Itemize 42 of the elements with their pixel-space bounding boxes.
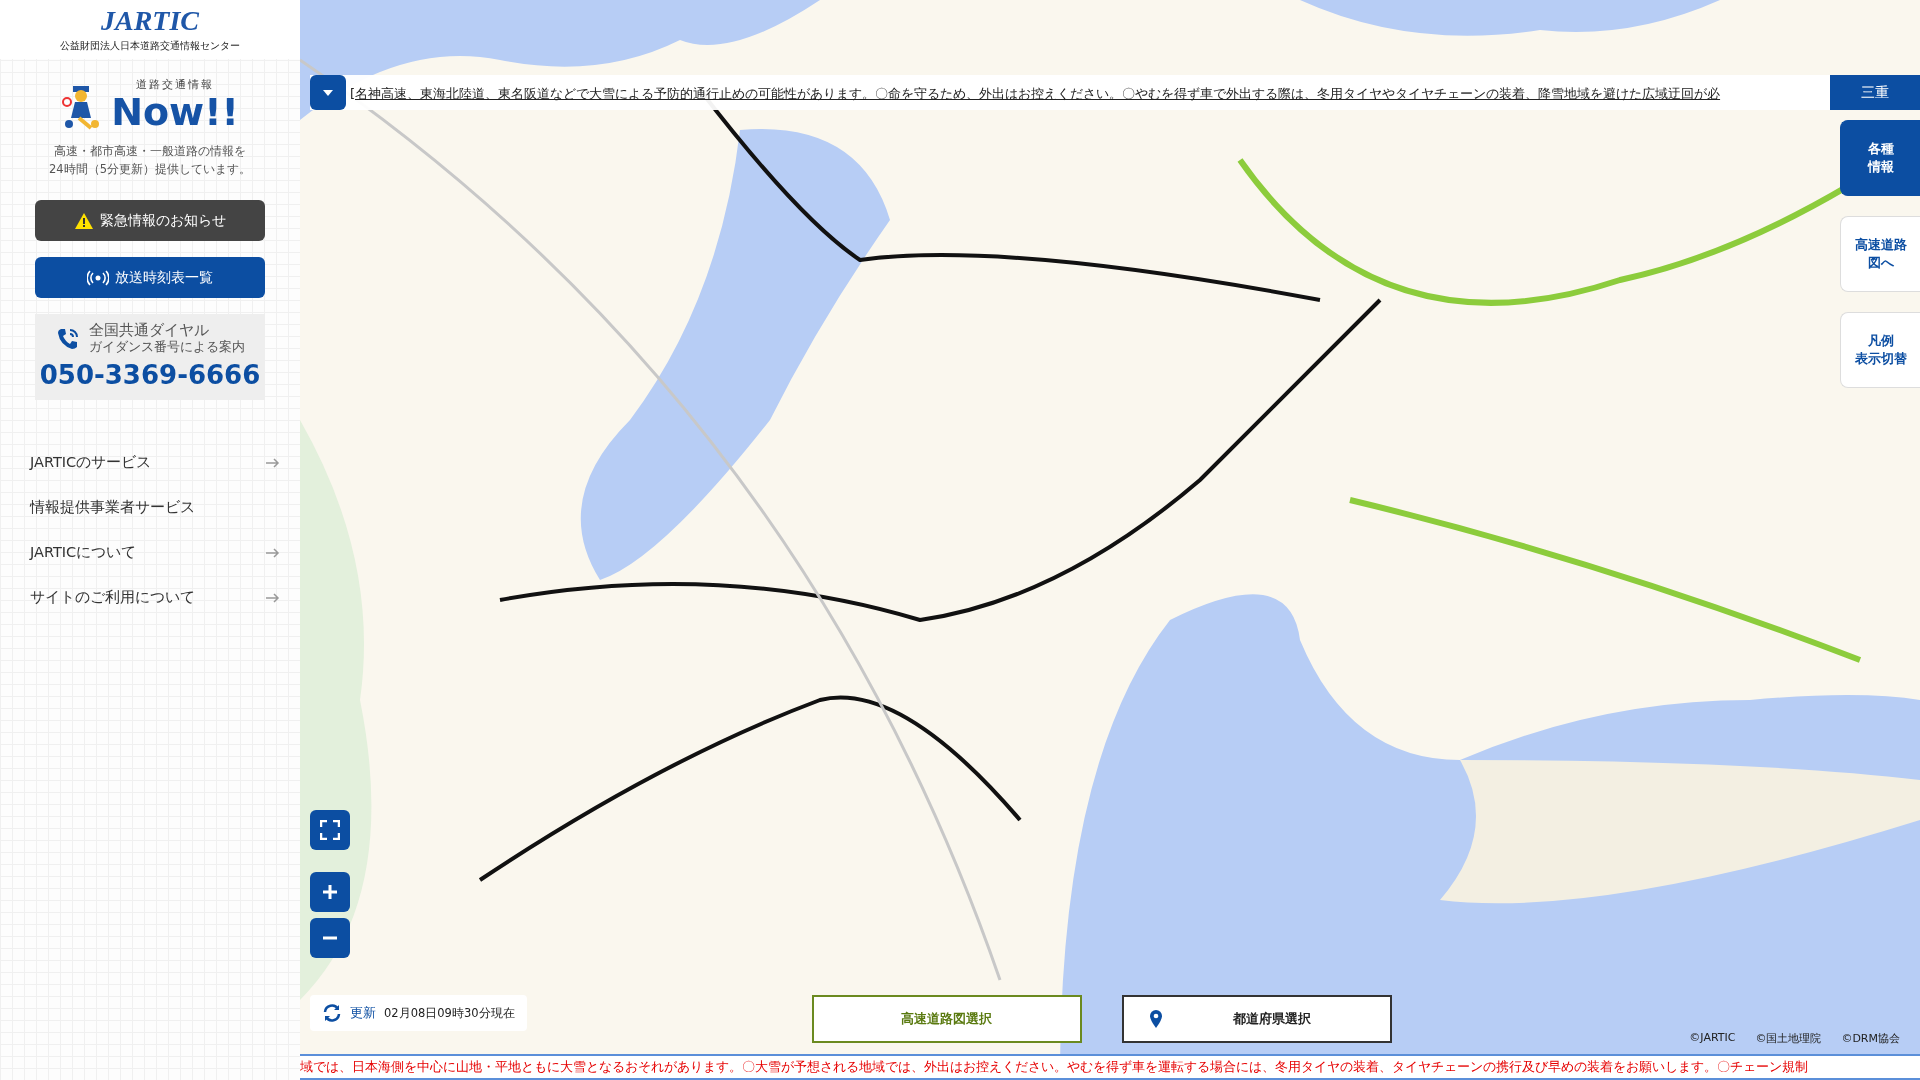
map-side-button[interactable]: 高速道路 図へ	[1840, 216, 1920, 292]
menu-link[interactable]: 情報提供事業者サービス	[0, 485, 300, 530]
phone-icon	[55, 326, 81, 352]
zoom-out-button[interactable]	[310, 918, 350, 958]
credit-text: ©DRM協会	[1841, 1031, 1900, 1046]
pin-icon	[1148, 1009, 1163, 1029]
dial-subtitle: ガイダンス番号による案内	[89, 339, 245, 356]
brand-title: Now!!	[111, 92, 239, 132]
brand-subtitle: 道路交通情報	[136, 77, 214, 92]
ticker-text: 域では、日本海側を中心に山地・平地ともに大雪となるおそれがあります。〇大雪が予想される地域では、外出はお控えください。やむを得ず車を運転する場合には、冬用タイヤの装着、タイヤチェーンの携行及び早めの装着をお願いします。〇チェーン規制	[300, 1058, 1808, 1076]
caret-icon	[322, 88, 334, 97]
dial-title: 全国共通ダイヤル	[89, 322, 210, 339]
phone-number: 050-3369-6666	[39, 360, 261, 390]
sidebar-button[interactable]: 緊急情報のお知らせ	[35, 200, 265, 241]
refresh-icon	[322, 1003, 342, 1023]
warning-icon	[74, 211, 94, 230]
select-button[interactable]: 都道府県選択	[1121, 995, 1392, 1043]
update-link[interactable]: 更新	[350, 1004, 376, 1022]
ticker-text: [名神高速、東海北陸道、東名阪道などで大雪による予防的通行止めの可能性があります。〇命を守るため、外出はお控えください。〇やむを得ず車で外出する際は、冬用タイヤやタイヤチェーンの装着、降雪地域を避けた広域迂回が必	[350, 85, 1721, 101]
menu-link[interactable]: サイトのご利用について	[0, 575, 300, 620]
map-side-button[interactable]: 凡例 表示切替	[1840, 312, 1920, 388]
jartic-logo[interactable]: JARTIC	[101, 6, 199, 36]
dropdown-button[interactable]	[310, 75, 346, 110]
menu-link[interactable]: JARTICのサービス	[0, 440, 300, 485]
map-side-button[interactable]: 各種 情報	[1840, 120, 1920, 196]
tagline: 高速・都市高速・一般道路の情報を 24時間（5分更新）提供しています。	[49, 143, 251, 178]
arrow-icon	[266, 592, 280, 603]
sidebar-button[interactable]: 放送時刻表一覧	[35, 257, 265, 298]
fullscreen-button[interactable]	[310, 810, 350, 850]
update-time: 02月08日09時30分現在	[384, 1005, 515, 1021]
credit-text: ©JARTIC	[1689, 1031, 1736, 1046]
fullscreen-icon	[320, 820, 340, 840]
zoom-in-button[interactable]	[310, 872, 350, 912]
select-button[interactable]: 高速道路図選択	[811, 995, 1082, 1043]
organization-name: 公益財団法人日本道路交通情報センター	[60, 40, 240, 53]
arrow-icon	[266, 547, 280, 558]
region-button[interactable]: 三重	[1830, 75, 1920, 110]
credit-text: ©国土地理院	[1755, 1031, 1822, 1046]
plus-icon	[322, 884, 338, 900]
arrow-icon	[266, 457, 280, 468]
broadcast-icon	[87, 269, 109, 286]
menu-link[interactable]: JARTICについて	[0, 530, 300, 575]
